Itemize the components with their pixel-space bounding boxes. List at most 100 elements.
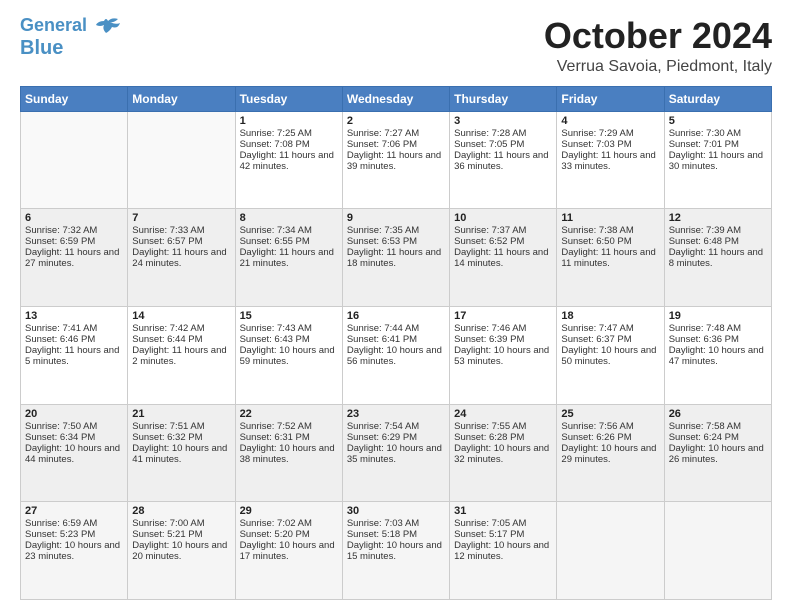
calendar-header-row: SundayMondayTuesdayWednesdayThursdayFrid… [21,86,772,111]
sunset-text: Sunset: 6:29 PM [347,432,445,443]
calendar-cell: 20Sunrise: 7:50 AMSunset: 6:34 PMDayligh… [21,404,128,502]
calendar-week-row: 1Sunrise: 7:25 AMSunset: 7:08 PMDaylight… [21,111,772,209]
day-number: 9 [347,212,445,224]
logo-text-general: General [20,15,87,35]
day-number: 1 [240,115,338,127]
day-number: 7 [132,212,230,224]
calendar-cell: 14Sunrise: 7:42 AMSunset: 6:44 PMDayligh… [128,306,235,404]
logo-text-blue: Blue [20,37,63,59]
calendar-cell: 22Sunrise: 7:52 AMSunset: 6:31 PMDayligh… [235,404,342,502]
sunrise-text: Sunrise: 7:37 AM [454,225,552,236]
daylight-text: Daylight: 10 hours and 17 minutes. [240,540,338,562]
sunrise-text: Sunrise: 7:32 AM [25,225,123,236]
daylight-text: Daylight: 10 hours and 44 minutes. [25,443,123,465]
day-number: 23 [347,408,445,420]
sunrise-text: Sunrise: 7:47 AM [561,323,659,334]
daylight-text: Daylight: 10 hours and 20 minutes. [132,540,230,562]
header: General Blue October 2024 Verrua Savoia,… [20,16,772,76]
daylight-text: Daylight: 10 hours and 41 minutes. [132,443,230,465]
sunrise-text: Sunrise: 6:59 AM [25,518,123,529]
calendar-cell: 2Sunrise: 7:27 AMSunset: 7:06 PMDaylight… [342,111,449,209]
calendar-cell [557,502,664,600]
calendar-cell [21,111,128,209]
sunrise-text: Sunrise: 7:50 AM [25,421,123,432]
main-title: October 2024 [544,16,772,56]
daylight-text: Daylight: 10 hours and 47 minutes. [669,345,767,367]
sunrise-text: Sunrise: 7:02 AM [240,518,338,529]
sunrise-text: Sunrise: 7:56 AM [561,421,659,432]
sunset-text: Sunset: 6:36 PM [669,334,767,345]
sunrise-text: Sunrise: 7:51 AM [132,421,230,432]
calendar-cell: 1Sunrise: 7:25 AMSunset: 7:08 PMDaylight… [235,111,342,209]
calendar-cell: 4Sunrise: 7:29 AMSunset: 7:03 PMDaylight… [557,111,664,209]
sunrise-text: Sunrise: 7:05 AM [454,518,552,529]
logo: General Blue [20,16,122,59]
sunrise-text: Sunrise: 7:52 AM [240,421,338,432]
sunset-text: Sunset: 6:26 PM [561,432,659,443]
calendar-cell: 3Sunrise: 7:28 AMSunset: 7:05 PMDaylight… [450,111,557,209]
day-number: 13 [25,310,123,322]
sunrise-text: Sunrise: 7:03 AM [347,518,445,529]
calendar-cell: 15Sunrise: 7:43 AMSunset: 6:43 PMDayligh… [235,306,342,404]
sunset-text: Sunset: 5:18 PM [347,529,445,540]
day-number: 18 [561,310,659,322]
calendar-cell: 9Sunrise: 7:35 AMSunset: 6:53 PMDaylight… [342,209,449,307]
daylight-text: Daylight: 11 hours and 8 minutes. [669,247,767,269]
day-number: 14 [132,310,230,322]
day-number: 26 [669,408,767,420]
day-number: 22 [240,408,338,420]
calendar-header-monday: Monday [128,86,235,111]
sunset-text: Sunset: 6:52 PM [454,236,552,247]
calendar-cell: 17Sunrise: 7:46 AMSunset: 6:39 PMDayligh… [450,306,557,404]
daylight-text: Daylight: 11 hours and 11 minutes. [561,247,659,269]
day-number: 3 [454,115,552,127]
sunset-text: Sunset: 7:05 PM [454,139,552,150]
daylight-text: Daylight: 10 hours and 23 minutes. [25,540,123,562]
day-number: 5 [669,115,767,127]
day-number: 20 [25,408,123,420]
daylight-text: Daylight: 11 hours and 36 minutes. [454,150,552,172]
calendar-cell: 8Sunrise: 7:34 AMSunset: 6:55 PMDaylight… [235,209,342,307]
day-number: 28 [132,505,230,517]
day-number: 24 [454,408,552,420]
sunset-text: Sunset: 6:46 PM [25,334,123,345]
calendar-cell: 6Sunrise: 7:32 AMSunset: 6:59 PMDaylight… [21,209,128,307]
sunrise-text: Sunrise: 7:48 AM [669,323,767,334]
daylight-text: Daylight: 11 hours and 24 minutes. [132,247,230,269]
daylight-text: Daylight: 11 hours and 42 minutes. [240,150,338,172]
day-number: 21 [132,408,230,420]
day-number: 16 [347,310,445,322]
sunrise-text: Sunrise: 7:00 AM [132,518,230,529]
calendar-cell [664,502,771,600]
calendar-cell: 12Sunrise: 7:39 AMSunset: 6:48 PMDayligh… [664,209,771,307]
day-number: 4 [561,115,659,127]
sunset-text: Sunset: 6:37 PM [561,334,659,345]
calendar-cell [128,111,235,209]
sunset-text: Sunset: 7:06 PM [347,139,445,150]
calendar-cell: 21Sunrise: 7:51 AMSunset: 6:32 PMDayligh… [128,404,235,502]
sunset-text: Sunset: 6:55 PM [240,236,338,247]
daylight-text: Daylight: 11 hours and 33 minutes. [561,150,659,172]
sunrise-text: Sunrise: 7:33 AM [132,225,230,236]
sunset-text: Sunset: 5:20 PM [240,529,338,540]
sunrise-text: Sunrise: 7:43 AM [240,323,338,334]
sunset-text: Sunset: 7:01 PM [669,139,767,150]
title-block: October 2024 Verrua Savoia, Piedmont, It… [544,16,772,76]
calendar-cell: 26Sunrise: 7:58 AMSunset: 6:24 PMDayligh… [664,404,771,502]
sunset-text: Sunset: 7:08 PM [240,139,338,150]
calendar-cell: 24Sunrise: 7:55 AMSunset: 6:28 PMDayligh… [450,404,557,502]
sunset-text: Sunset: 6:28 PM [454,432,552,443]
day-number: 11 [561,212,659,224]
calendar-cell: 16Sunrise: 7:44 AMSunset: 6:41 PMDayligh… [342,306,449,404]
day-number: 8 [240,212,338,224]
day-number: 15 [240,310,338,322]
daylight-text: Daylight: 10 hours and 35 minutes. [347,443,445,465]
day-number: 19 [669,310,767,322]
sunset-text: Sunset: 6:39 PM [454,334,552,345]
day-number: 12 [669,212,767,224]
calendar-cell: 31Sunrise: 7:05 AMSunset: 5:17 PMDayligh… [450,502,557,600]
sunrise-text: Sunrise: 7:58 AM [669,421,767,432]
calendar-cell: 13Sunrise: 7:41 AMSunset: 6:46 PMDayligh… [21,306,128,404]
daylight-text: Daylight: 11 hours and 21 minutes. [240,247,338,269]
daylight-text: Daylight: 10 hours and 12 minutes. [454,540,552,562]
